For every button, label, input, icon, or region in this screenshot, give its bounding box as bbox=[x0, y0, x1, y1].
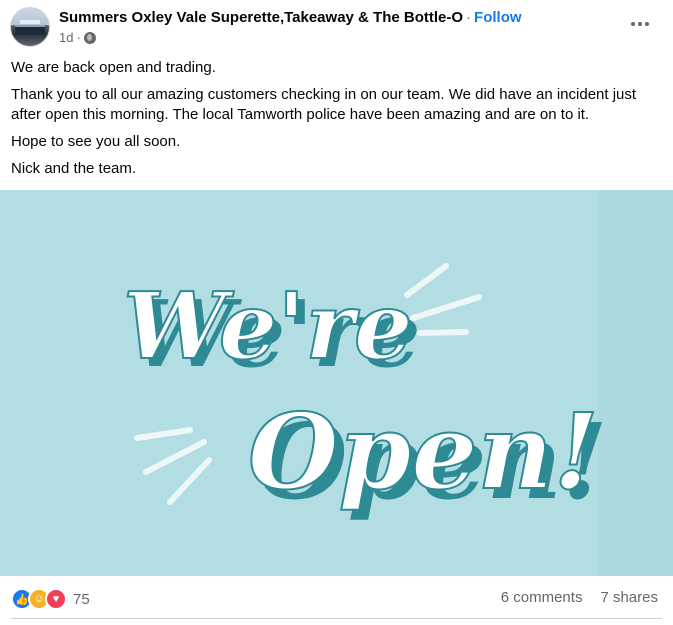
post-footer: 👍 ☺ ♥ 75 6 comments 7 shares bbox=[0, 576, 673, 618]
more-dot bbox=[645, 22, 649, 26]
footer-divider bbox=[11, 618, 662, 619]
were-text: We're bbox=[123, 272, 413, 380]
post-text: We are back open and trading. Thank you … bbox=[11, 58, 663, 186]
post-paragraph: We are back open and trading. bbox=[11, 59, 216, 76]
post-paragraph: Thank you to all our amazing customers c… bbox=[11, 86, 637, 123]
comments-count[interactable]: 6 comments bbox=[501, 589, 583, 606]
were-open-graphic: We're We're Open! Open! bbox=[122, 263, 608, 523]
post-paragraph: Nick and the team. bbox=[11, 160, 137, 177]
more-options-icon[interactable] bbox=[622, 12, 658, 36]
page-avatar[interactable] bbox=[10, 7, 50, 47]
reaction-count[interactable]: 75 bbox=[73, 591, 90, 608]
post-header: Summers Oxley Vale Superette,Takeaway & … bbox=[0, 0, 673, 56]
sparkle-lines-left bbox=[134, 427, 212, 505]
reactions-summary[interactable]: 👍 ☺ ♥ 75 bbox=[11, 588, 90, 610]
globe-icon bbox=[83, 31, 96, 44]
open-text: Open! bbox=[248, 390, 599, 513]
page-name-link[interactable]: Summers Oxley Vale Superette,Takeaway & … bbox=[59, 9, 463, 26]
more-dot bbox=[631, 22, 635, 26]
post-title-row: Summers Oxley Vale Superette,Takeaway & … bbox=[59, 9, 522, 26]
title-separator: · bbox=[466, 9, 472, 26]
post-paragraph: Hope to see you all soon. bbox=[11, 133, 181, 150]
engagement-stats: 6 comments 7 shares bbox=[501, 589, 658, 606]
meta-separator: · bbox=[76, 30, 81, 45]
avatar-sign bbox=[20, 20, 40, 24]
post-meta: 1d · bbox=[59, 30, 96, 45]
follow-button[interactable]: Follow bbox=[474, 9, 522, 26]
more-dot bbox=[638, 22, 642, 26]
love-icon: ♥ bbox=[45, 588, 67, 610]
shares-count[interactable]: 7 shares bbox=[600, 589, 658, 606]
post-image[interactable]: We're We're Open! Open! bbox=[0, 190, 673, 576]
post-timestamp[interactable]: 1d bbox=[59, 30, 73, 45]
avatar-storefront bbox=[15, 25, 45, 35]
